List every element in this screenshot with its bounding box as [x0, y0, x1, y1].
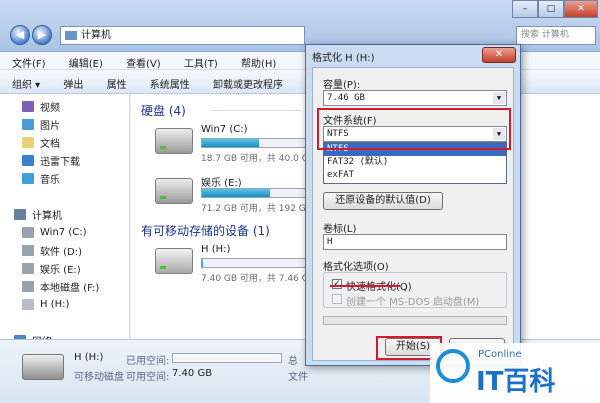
menu-tools[interactable]: 工具(T) [172, 52, 226, 70]
drive-item-c[interactable]: Win7 (C:) 18.7 GB 可用，共 40.0 GB [155, 122, 315, 168]
dialog-title: 格式化 H (H:) [312, 53, 375, 64]
usb-drive-icon [22, 298, 34, 310]
drive-usage-bar [201, 188, 311, 198]
removable-group-title: 有可移动存储的设备 (1) [141, 224, 270, 238]
drive-icon [22, 226, 34, 238]
watermark-brand: IT百科 [476, 367, 556, 397]
details-used-label: 已用空间: [126, 356, 170, 367]
sidebar-item-videos[interactable]: 视频 [22, 98, 60, 114]
chevron-down-icon: ▼ [493, 92, 505, 104]
drive-free-space: 18.7 GB 可用，共 40.0 GB [201, 154, 315, 164]
format-dialog: 格式化 H (H:) ✕ 容量(P): 7.46 GB ▼ 文件系统(F) NT… [305, 44, 521, 366]
msdos-label: 创建一个 MS-DOS 启动盘(M) [346, 297, 480, 308]
highlight-underline-quick-format [330, 285, 400, 287]
format-options-group: ✓ 快速格式化(Q) 创建一个 MS-DOS 启动盘(M) [323, 272, 507, 308]
capacity-label: 容量(P): [323, 80, 361, 91]
hard-drive-icon [155, 128, 193, 154]
dialog-close-button[interactable]: ✕ [482, 47, 516, 63]
drive-usage-bar [201, 258, 311, 268]
details-drive-name: H (H:) [74, 352, 104, 363]
maximize-button[interactable]: □ [538, 0, 564, 18]
menu-view[interactable]: 查看(V) [114, 52, 169, 70]
restore-defaults-button[interactable]: 还原设备的默认值(D) [323, 192, 443, 210]
details-drive-type: 可移动磁盘 [74, 372, 124, 383]
sidebar-item-drive-e[interactable]: 娱乐 (E:) [22, 260, 81, 276]
uninstall-program-button[interactable]: 卸载或更改程序 [201, 70, 291, 91]
drive-name: Win7 (C:) [201, 124, 248, 135]
drive-icon [22, 280, 34, 292]
menu-edit[interactable]: 编辑(E) [57, 52, 111, 70]
drive-name: H (H:) [201, 244, 231, 255]
sidebar-item-documents[interactable]: 文档 [22, 134, 60, 150]
address-text: 计算机 [81, 30, 111, 41]
drive-free-space: 71.2 GB 可用，共 192 GB [201, 204, 312, 214]
volume-label-input[interactable]: H [323, 234, 507, 250]
quick-format-checkbox[interactable]: ✓ [332, 279, 342, 289]
details-usage-bar [172, 353, 282, 363]
address-bar[interactable]: 计算机 [60, 26, 305, 45]
sidebar-item-thunder-downloads[interactable]: 迅雷下载 [22, 152, 80, 168]
drive-usage-fill [202, 139, 260, 147]
navigation-pane: 视频 图片 文档 迅雷下载 音乐 计算机 Win7 (C:) 软件 (D:) 娱… [0, 94, 130, 348]
usb-drive-icon [155, 248, 193, 274]
forward-arrow-icon[interactable]: ▶ [32, 25, 52, 45]
fs-option-fat32[interactable]: FAT32 (默认) [324, 156, 506, 169]
watermark-site: PConline [478, 349, 522, 360]
search-input[interactable]: 搜索 计算机 [516, 26, 596, 45]
sidebar-item-music[interactable]: 音乐 [22, 170, 60, 186]
group-divider [211, 110, 301, 111]
close-button[interactable]: ✕ [564, 0, 598, 18]
format-options-label: 格式化选项(O) [323, 262, 389, 273]
music-icon [22, 172, 34, 184]
sidebar-item-computer[interactable]: 计算机 [14, 206, 62, 222]
drive-icon [22, 262, 34, 274]
menu-file[interactable]: 文件(F) [0, 52, 54, 70]
sidebar-item-drive-h[interactable]: H (H:) [22, 296, 69, 312]
video-icon [22, 100, 34, 112]
sidebar-item-pictures[interactable]: 图片 [22, 116, 60, 132]
details-free-value: 7.40 GB [172, 368, 213, 379]
drive-item-h[interactable]: H (H:) 7.40 GB 可用，共 7.46 GB [155, 242, 315, 288]
drive-usage-fill [202, 189, 271, 197]
back-arrow-icon[interactable]: ◀ [10, 25, 30, 45]
volume-label-label: 卷标(L) [323, 224, 357, 235]
sidebar-item-drive-c[interactable]: Win7 (C:) [22, 224, 86, 240]
drive-free-space: 7.40 GB 可用，共 7.46 GB [201, 274, 315, 284]
document-icon [22, 136, 34, 148]
details-total-label: 总 [288, 356, 298, 367]
organize-button[interactable]: 组织 ▾ [0, 70, 48, 91]
sidebar-item-drive-f[interactable]: 本地磁盘 (F:) [22, 278, 99, 294]
details-fs-label: 文件 [288, 372, 308, 383]
pconline-watermark: PConline IT百科 [430, 343, 600, 403]
format-progress-bar [323, 316, 507, 325]
properties-button[interactable]: 属性 [95, 70, 135, 91]
download-icon [22, 154, 34, 166]
drive-name: 娱乐 (E:) [201, 178, 242, 189]
computer-icon [14, 208, 26, 220]
capacity-value: 7.46 GB [327, 93, 365, 103]
highlight-box-filesystem [317, 108, 511, 150]
picture-icon [22, 118, 34, 130]
minimize-button[interactable]: – [512, 0, 538, 18]
hard-disks-group-title: 硬盘 (4) [141, 104, 186, 118]
fs-option-exfat[interactable]: exFAT [324, 169, 506, 182]
eject-button[interactable]: 弹出 [51, 70, 91, 91]
system-properties-button[interactable]: 系统属性 [138, 70, 198, 91]
drive-icon [22, 244, 34, 256]
hard-drive-icon [155, 178, 193, 204]
menu-help[interactable]: 帮助(H) [229, 52, 284, 70]
usb-drive-icon [22, 354, 64, 380]
drive-usage-bar [201, 138, 311, 148]
capacity-select[interactable]: 7.46 GB ▼ [323, 90, 507, 106]
sidebar-item-drive-d[interactable]: 软件 (D:) [22, 242, 82, 258]
drive-usage-fill [202, 259, 204, 267]
details-free-label: 可用空间: [126, 372, 170, 383]
pconline-logo-icon [436, 349, 470, 383]
computer-icon [65, 31, 77, 40]
drive-item-e[interactable]: 娱乐 (E:) 71.2 GB 可用，共 192 GB [155, 172, 315, 218]
msdos-checkbox [332, 294, 342, 304]
